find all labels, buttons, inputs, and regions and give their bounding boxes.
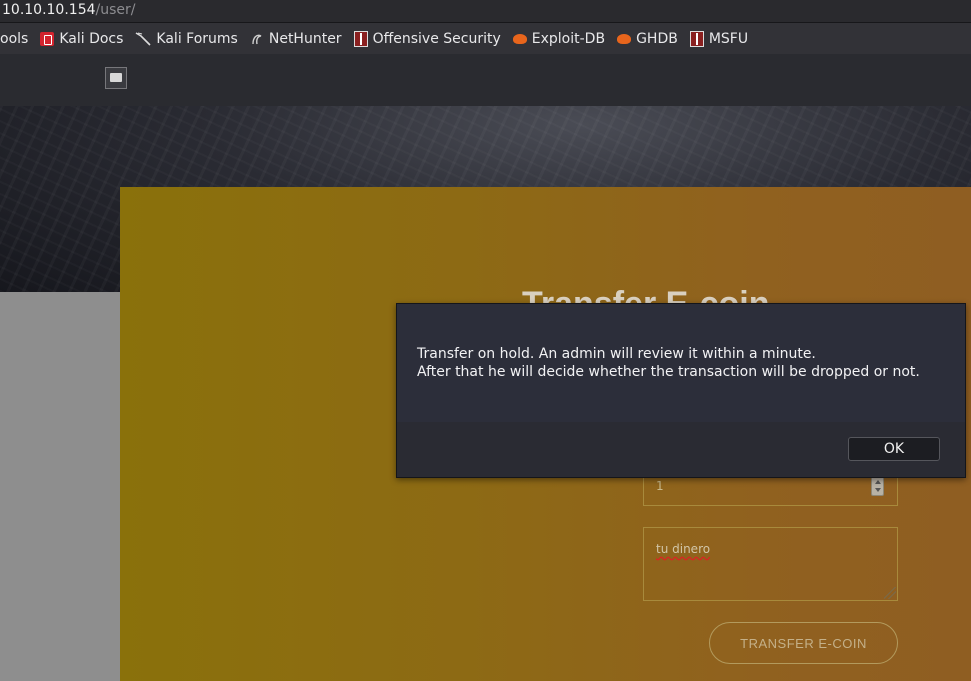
address-bar[interactable]: 10.10.10.154/user/	[0, 0, 971, 23]
offsec-icon	[353, 30, 368, 47]
bookmark-label: Kali Docs	[59, 30, 124, 47]
kali-docs-icon	[40, 31, 55, 46]
nethunter-icon	[252, 34, 262, 44]
resize-grip-icon[interactable]	[884, 587, 896, 599]
bookmark-label: GHDB	[636, 30, 678, 47]
kali-dragon-icon	[136, 31, 151, 46]
site-navbar	[0, 54, 971, 106]
bookmark-nethunter[interactable]: NetHunter	[250, 31, 342, 47]
bookmark-tools[interactable]: ools	[0, 31, 28, 47]
dialog-message: Transfer on hold. An admin will review i…	[417, 345, 957, 381]
url-path: /user/	[95, 2, 136, 18]
url-host: 10.10.10.154	[2, 2, 96, 18]
number-spinner-icon[interactable]	[871, 476, 884, 496]
bookmark-kali-forums[interactable]: Kali Forums	[135, 30, 238, 47]
bookmark-offensive-security[interactable]: Offensive Security	[353, 30, 501, 47]
message-value: tu dinero	[656, 542, 711, 556]
bookmark-msfu[interactable]: MSFU	[689, 30, 749, 47]
amount-value: 1	[656, 479, 664, 493]
ok-button[interactable]: OK	[848, 437, 940, 461]
left-panel	[0, 292, 120, 681]
dialog-footer: OK	[397, 422, 965, 477]
bookmark-ghdb[interactable]: GHDB	[617, 31, 678, 47]
bookmark-exploit-db[interactable]: Exploit-DB	[512, 30, 606, 47]
exploit-db-icon	[617, 33, 632, 44]
ok-button-label: OK	[883, 441, 905, 457]
exploit-db-icon	[512, 33, 527, 44]
dialog-message-line: Transfer on hold. An admin will review i…	[417, 346, 816, 362]
bookmark-label: Kali Forums	[156, 30, 238, 47]
bookmarks-toolbar: ools Kali Docs Kali Forums NetHunter Off…	[0, 23, 971, 54]
dialog-message-line: After that he will decide whether the tr…	[417, 364, 920, 380]
transfer-ecoin-button[interactable]: TRANSFER E-COIN	[709, 622, 898, 664]
bookmark-kali-docs[interactable]: Kali Docs	[40, 31, 123, 47]
bookmark-label: Exploit-DB	[531, 30, 606, 47]
bookmark-label: ools	[0, 30, 29, 47]
bookmark-label: NetHunter	[268, 30, 342, 47]
message-textarea[interactable]: tu dinero	[643, 527, 898, 601]
bookmark-label: MSFU	[708, 30, 749, 47]
alert-dialog: Transfer on hold. An admin will review i…	[396, 303, 966, 478]
transfer-button-label: TRANSFER E-COIN	[740, 635, 867, 651]
dialog-body: Transfer on hold. An admin will review i…	[397, 304, 965, 422]
offsec-icon	[689, 30, 704, 47]
bookmark-label: Offensive Security	[372, 30, 501, 47]
broken-image-icon[interactable]	[105, 67, 127, 89]
